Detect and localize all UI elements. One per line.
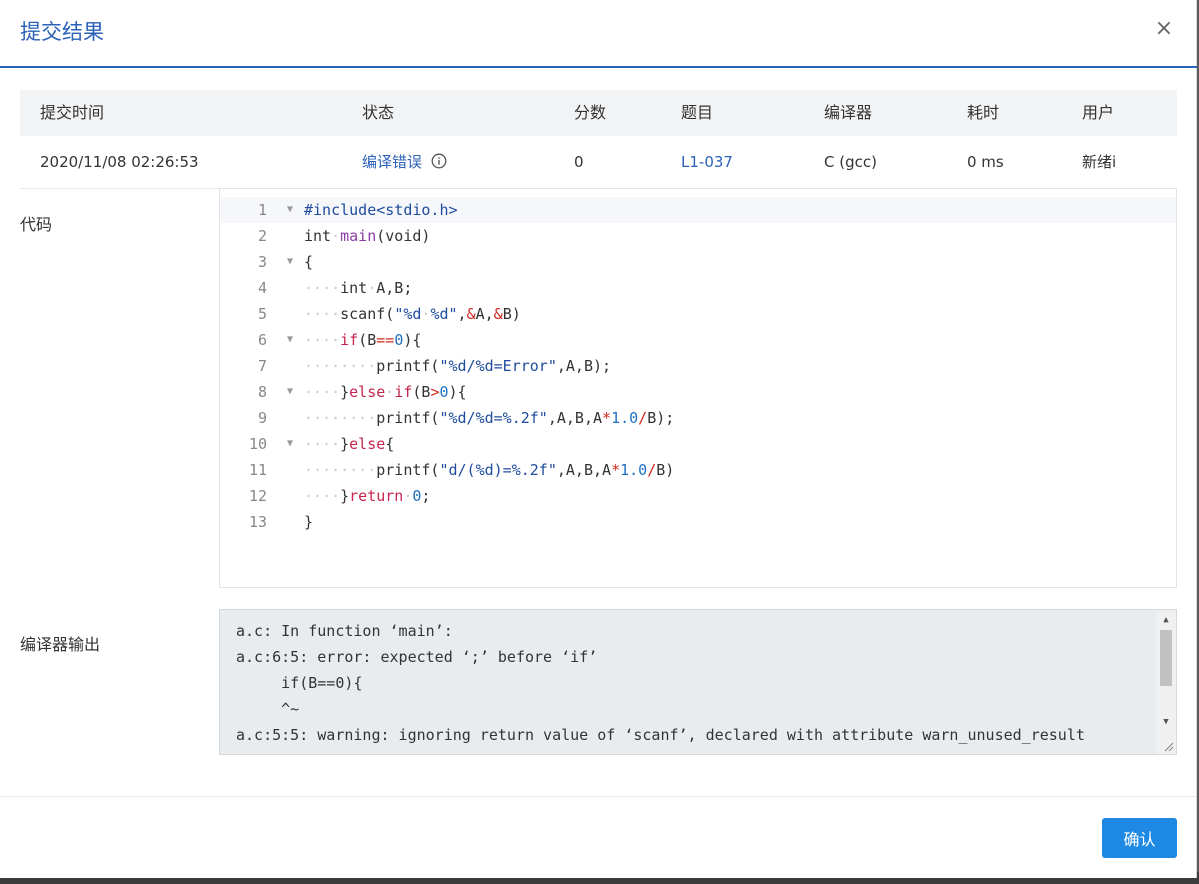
line-number: 13 xyxy=(248,513,267,531)
output-line: if(B==0){ xyxy=(236,674,363,692)
submission-table: 提交时间 状态 分数 题目 编译器 耗时 用户 2020/11/08 02:26… xyxy=(20,90,1177,189)
code-text: ····}else{ xyxy=(304,435,395,453)
dialog-header: 提交结果 × xyxy=(0,0,1197,68)
fold-arrow-icon[interactable]: ▼ xyxy=(287,379,293,405)
code-label: 代码 xyxy=(20,215,53,234)
line-number: 3 xyxy=(257,253,267,271)
fold-arrow-icon[interactable]: ▼ xyxy=(287,197,293,223)
code-text: ····}else·if(B>0){ xyxy=(304,383,467,401)
close-icon: × xyxy=(1154,16,1174,41)
code-text: { xyxy=(304,253,314,271)
scroll-up-icon[interactable]: ▲ xyxy=(1156,612,1176,628)
dialog-title: 提交结果 xyxy=(20,20,104,44)
code-text: ····if(B==0){ xyxy=(304,331,422,349)
line-number: 2 xyxy=(257,227,267,245)
code-line: 4 ····int·A,B; xyxy=(220,275,1176,301)
score-value: 0 xyxy=(574,153,584,171)
output-line: ^~ xyxy=(236,700,300,718)
status-link[interactable]: 编译错误 xyxy=(362,153,422,171)
code-editor[interactable]: 1 ▼ #include<stdio.h> 2 int·main(void) 3… xyxy=(219,188,1177,588)
elapsed-value: 0 ms xyxy=(967,153,1004,171)
output-line: a.c:6:5: error: expected ‘;’ before ‘if’ xyxy=(236,648,598,666)
header-problem: 题目 xyxy=(681,103,714,122)
scrollbar-thumb[interactable] xyxy=(1160,630,1172,686)
code-line: 2 int·main(void) xyxy=(220,223,1176,249)
header-user: 用户 xyxy=(1082,103,1115,122)
compiler-value: C (gcc) xyxy=(824,153,877,171)
code-text: ········printf("%d/%d=Error",A,B); xyxy=(304,357,612,375)
compiler-output[interactable]: a.c: In function ‘main’: a.c:6:5: error:… xyxy=(219,609,1177,755)
table-header: 提交时间 状态 分数 题目 编译器 耗时 用户 xyxy=(20,90,1177,136)
code-text: #include<stdio.h> xyxy=(304,201,458,219)
line-number: 11 xyxy=(248,461,267,479)
submission-result-dialog: 提交结果 × 提交时间 状态 分数 题目 编译器 耗时 用户 2020/11/0… xyxy=(0,0,1197,878)
code-line: 6 ▼ ····if(B==0){ xyxy=(220,327,1176,353)
code-text: ········printf("d/(%d)=%.2f",A,B,A*1.0/B… xyxy=(304,461,675,479)
line-number: 7 xyxy=(257,357,267,375)
compiler-output-label: 编译器输出 xyxy=(20,635,101,654)
table-row: 2020/11/08 02:26:53 编译错误 0 L1-037 C (gcc… xyxy=(20,136,1177,189)
problem-link[interactable]: L1-037 xyxy=(681,136,733,188)
code-line: 10 ▼ ····}else{ xyxy=(220,431,1176,457)
code-line: 13 } xyxy=(220,509,1176,535)
fold-arrow-icon[interactable]: ▼ xyxy=(287,431,293,457)
resize-handle-icon[interactable] xyxy=(1162,740,1174,752)
code-text: int·main(void) xyxy=(304,227,431,245)
code-text: } xyxy=(304,513,314,531)
line-number: 9 xyxy=(257,409,267,427)
code-line: 9 ········printf("%d/%d=%.2f",A,B,A*1.0/… xyxy=(220,405,1176,431)
code-line: 8 ▼ ····}else·if(B>0){ xyxy=(220,379,1176,405)
footer-divider xyxy=(0,796,1197,797)
line-number: 5 xyxy=(257,305,267,323)
user-value: 新绪i xyxy=(1082,153,1117,171)
status-cell: 编译错误 xyxy=(362,136,447,188)
submit-time: 2020/11/08 02:26:53 xyxy=(40,153,199,171)
line-number: 4 xyxy=(257,279,267,297)
code-line: 12 ····}return·0; xyxy=(220,483,1176,509)
code-line: 3 ▼ { xyxy=(220,249,1176,275)
scroll-down-icon[interactable]: ▼ xyxy=(1156,714,1176,730)
header-elapsed: 耗时 xyxy=(967,103,1000,122)
header-score: 分数 xyxy=(574,103,607,122)
line-number: 12 xyxy=(248,487,267,505)
code-text: ····int·A,B; xyxy=(304,279,413,297)
code-text: ····}return·0; xyxy=(304,487,431,505)
confirm-button[interactable]: 确认 xyxy=(1102,818,1177,858)
code-line: 7 ········printf("%d/%d=Error",A,B); xyxy=(220,353,1176,379)
code-text: ····scanf("%d·%d",&A,&B) xyxy=(304,305,521,323)
header-status: 状态 xyxy=(362,103,395,122)
output-line: a.c:5:5: warning: ignoring return value … xyxy=(236,726,1085,744)
info-icon[interactable] xyxy=(431,153,447,169)
output-line: a.c: In function ‘main’: xyxy=(236,622,453,640)
code-line: 11 ········printf("d/(%d)=%.2f",A,B,A*1.… xyxy=(220,457,1176,483)
line-number: 6 xyxy=(257,331,267,349)
code-text: ········printf("%d/%d=%.2f",A,B,A*1.0/B)… xyxy=(304,409,675,427)
line-number: 10 xyxy=(248,435,267,453)
fold-arrow-icon[interactable]: ▼ xyxy=(287,327,293,353)
code-line: 1 ▼ #include<stdio.h> xyxy=(220,197,1176,223)
header-compiler: 编译器 xyxy=(824,103,873,122)
line-number: 8 xyxy=(257,383,267,401)
fold-arrow-icon[interactable]: ▼ xyxy=(287,249,293,275)
close-button[interactable]: × xyxy=(1151,16,1177,42)
line-number: 1 xyxy=(257,201,267,219)
code-line: 5 ····scanf("%d·%d",&A,&B) xyxy=(220,301,1176,327)
header-time: 提交时间 xyxy=(40,103,105,122)
output-scrollbar[interactable]: ▲ ▼ xyxy=(1156,610,1176,754)
